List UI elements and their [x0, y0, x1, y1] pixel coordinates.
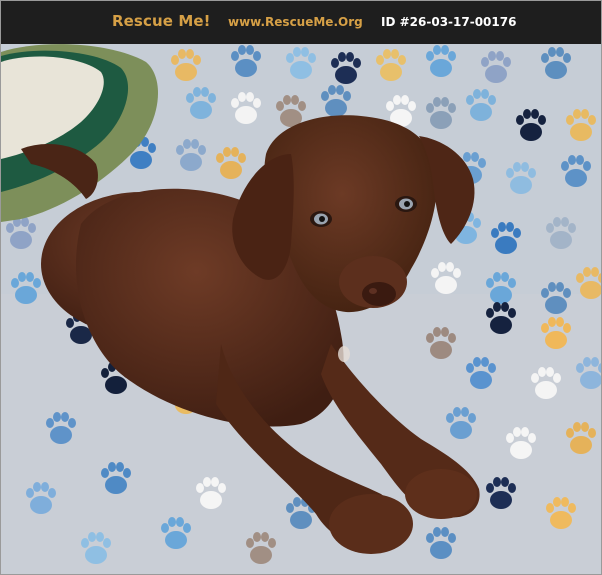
header-bar: Rescue Me! www.RescueMe.Org ID #26-03-17… [1, 1, 601, 44]
brand-logo-text: Rescue Me! [112, 12, 211, 30]
pet-id: ID #26-03-17-00176 [381, 15, 517, 29]
listing-frame: Rescue Me! www.RescueMe.Org ID #26-03-17… [0, 0, 602, 575]
puppy-photo-illustration [1, 44, 601, 574]
site-url: www.RescueMe.Org [228, 15, 363, 29]
pet-photo [1, 44, 601, 574]
